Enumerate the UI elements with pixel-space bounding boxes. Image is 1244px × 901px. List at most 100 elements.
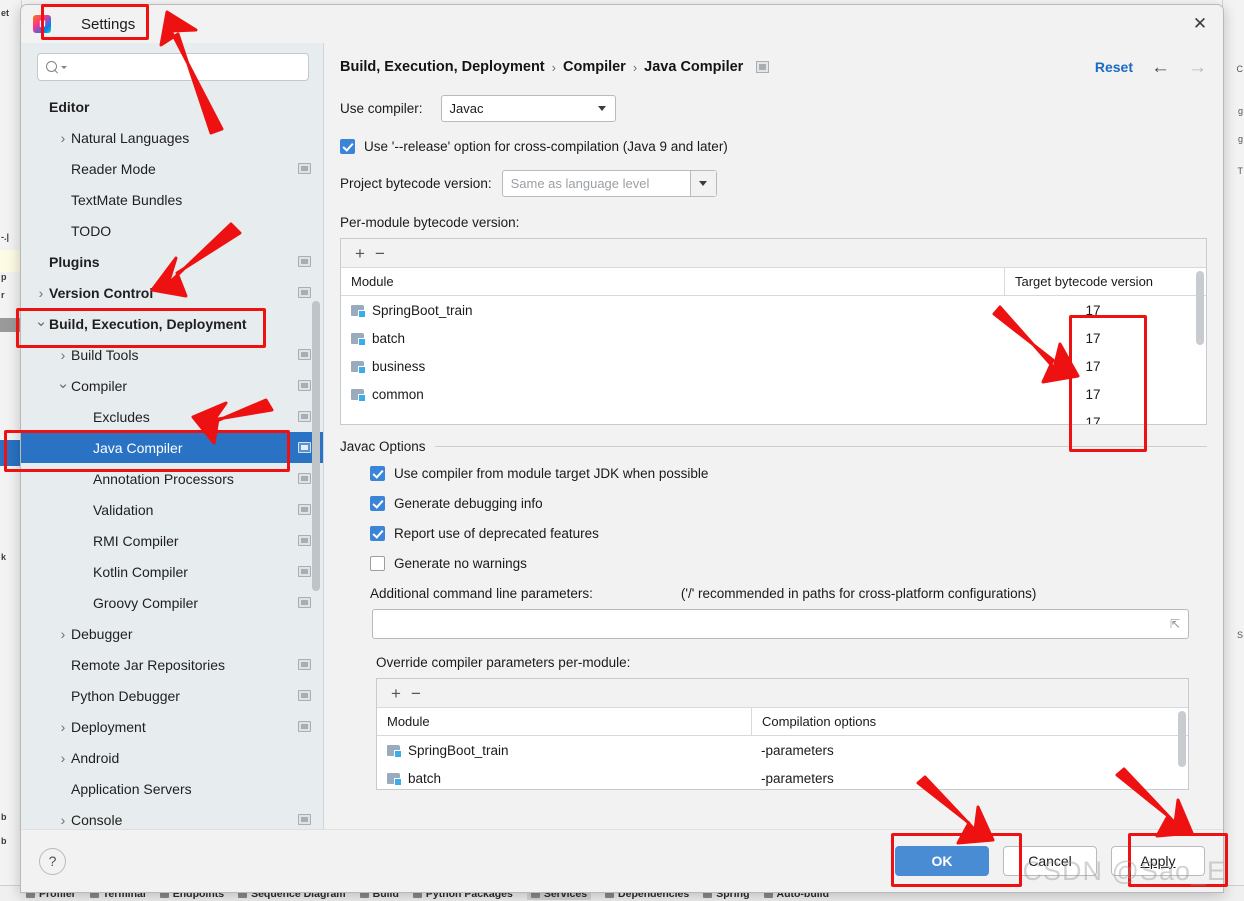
ide-right-fragment: S bbox=[1236, 630, 1243, 640]
close-icon[interactable]: ✕ bbox=[1177, 5, 1223, 43]
javac-option-report-use-of-deprecated-features[interactable]: Report use of deprecated features bbox=[370, 526, 1207, 541]
project-scope-badge-icon bbox=[298, 566, 311, 577]
cell-module: SpringBoot_train bbox=[341, 296, 1004, 324]
table-row[interactable]: common 17 bbox=[341, 380, 1206, 408]
chevron-down-icon[interactable]: ⌄ bbox=[33, 312, 49, 330]
module-name: batch bbox=[372, 330, 406, 346]
table-row[interactable]: SpringBoot_train 17 bbox=[341, 296, 1206, 324]
table-row[interactable]: batch 17 bbox=[341, 324, 1206, 352]
cell-compilation-options[interactable]: -parameters bbox=[751, 764, 1188, 789]
chevron-down-icon[interactable]: ⌄ bbox=[55, 374, 71, 392]
module-name: SpringBoot_train bbox=[408, 742, 509, 758]
breadcrumb-item-1[interactable]: Compiler bbox=[563, 59, 626, 75]
module-icon bbox=[351, 360, 366, 374]
sidebar-item-reader-mode[interactable]: ›Reader Mode bbox=[21, 153, 323, 184]
settings-main-panel: Build, Execution, Deployment › Compiler … bbox=[324, 43, 1223, 829]
sidebar-item-python-debugger[interactable]: ›Python Debugger bbox=[21, 680, 323, 711]
cell-target-bytecode-version[interactable]: 17 bbox=[1004, 324, 1206, 352]
chevron-right-icon[interactable]: › bbox=[55, 347, 71, 363]
sidebar-item-debugger[interactable]: › Debugger bbox=[21, 618, 323, 649]
dialog-body: ›Editor›Natural Languages›Reader Mode›Te… bbox=[21, 43, 1223, 829]
table-row[interactable]: batch -parameters bbox=[377, 764, 1188, 789]
sidebar-item-build-tools[interactable]: › Build Tools bbox=[21, 339, 323, 370]
sidebar-item-excludes[interactable]: ›Excludes bbox=[21, 401, 323, 432]
sidebar-item-natural-languages[interactable]: › Natural Languages bbox=[21, 122, 323, 153]
table-row[interactable]: SpringBoot_train -parameters bbox=[377, 736, 1188, 764]
table-row[interactable]: business 17 bbox=[341, 352, 1206, 380]
plus-icon[interactable]: + bbox=[355, 245, 365, 262]
chevron-right-icon[interactable]: › bbox=[33, 285, 49, 301]
sidebar-search-wrap bbox=[21, 43, 323, 89]
sidebar-item-kotlin-compiler[interactable]: ›Kotlin Compiler bbox=[21, 556, 323, 587]
chevron-right-icon[interactable]: › bbox=[55, 719, 71, 735]
project-bytecode-select[interactable]: Same as language level bbox=[501, 170, 717, 197]
help-button[interactable]: ? bbox=[39, 847, 66, 875]
chevron-down-icon bbox=[61, 65, 67, 69]
sidebar-item-build-execution-deployment[interactable]: ⌄ Build, Execution, Deployment bbox=[21, 308, 323, 339]
javac-option-checkbox[interactable] bbox=[370, 496, 385, 511]
arrow-right-icon[interactable]: → bbox=[1188, 58, 1207, 77]
ide-right-fragment: C bbox=[1236, 64, 1244, 74]
additional-params-input[interactable]: ⇱ bbox=[372, 609, 1189, 639]
sidebar-item-rmi-compiler[interactable]: ›RMI Compiler bbox=[21, 525, 323, 556]
sidebar-item-compiler[interactable]: ⌄ Compiler bbox=[21, 370, 323, 401]
search-box[interactable] bbox=[37, 53, 309, 81]
sidebar-item-remote-jar-repositories[interactable]: ›Remote Jar Repositories bbox=[21, 649, 323, 680]
table-row[interactable]: 17 bbox=[341, 408, 1206, 425]
column-header-module[interactable]: Module bbox=[377, 708, 751, 735]
cell-target-bytecode-version[interactable]: 17 bbox=[1004, 380, 1206, 408]
cell-target-bytecode-version[interactable]: 17 bbox=[1004, 296, 1206, 324]
per-module-toolbar: + − bbox=[341, 239, 1206, 268]
sidebar-item-label: Android bbox=[71, 749, 120, 766]
sidebar-item-version-control[interactable]: › Version Control bbox=[21, 277, 323, 308]
breadcrumb-item-2[interactable]: Java Compiler bbox=[644, 59, 743, 75]
sidebar-item-plugins[interactable]: ›Plugins bbox=[21, 246, 323, 277]
expand-icon[interactable]: ⇱ bbox=[1170, 617, 1180, 631]
breadcrumb-item-0[interactable]: Build, Execution, Deployment bbox=[340, 59, 545, 75]
sidebar-item-todo[interactable]: ›TODO bbox=[21, 215, 323, 246]
cancel-button[interactable]: Cancel bbox=[1003, 846, 1097, 876]
ok-button[interactable]: OK bbox=[895, 846, 989, 876]
use-compiler-select[interactable]: Javac bbox=[440, 95, 616, 122]
sidebar-item-annotation-processors[interactable]: ›Annotation Processors bbox=[21, 463, 323, 494]
chevron-right-icon[interactable]: › bbox=[55, 750, 71, 766]
javac-option-checkbox[interactable] bbox=[370, 526, 385, 541]
column-header-compilation-options[interactable]: Compilation options bbox=[751, 708, 1188, 735]
sidebar-item-application-servers[interactable]: ›Application Servers bbox=[21, 773, 323, 804]
cell-target-bytecode-version[interactable]: 17 bbox=[1004, 352, 1206, 380]
sidebar-item-validation[interactable]: ›Validation bbox=[21, 494, 323, 525]
javac-option-label: Generate no warnings bbox=[394, 556, 527, 571]
javac-option-generate-no-warnings[interactable]: Generate no warnings bbox=[370, 556, 1207, 571]
sidebar-item-groovy-compiler[interactable]: ›Groovy Compiler bbox=[21, 587, 323, 618]
override-table-scrollbar[interactable] bbox=[1178, 711, 1186, 767]
cell-compilation-options[interactable]: -parameters bbox=[751, 736, 1188, 764]
sidebar-item-android[interactable]: › Android bbox=[21, 742, 323, 773]
sidebar-item-textmate-bundles[interactable]: ›TextMate Bundles bbox=[21, 184, 323, 215]
javac-option-checkbox[interactable] bbox=[370, 556, 385, 571]
sidebar-item-java-compiler[interactable]: ›Java Compiler bbox=[21, 432, 323, 463]
release-option-checkbox[interactable] bbox=[340, 139, 355, 154]
apply-button[interactable]: Apply bbox=[1111, 846, 1205, 876]
javac-option-use-compiler-from-module-target-jdk-when-possible[interactable]: Use compiler from module target JDK when… bbox=[370, 466, 1207, 481]
minus-icon[interactable]: − bbox=[375, 245, 385, 262]
column-header-module[interactable]: Module bbox=[341, 268, 1004, 295]
chevron-right-icon[interactable]: › bbox=[55, 626, 71, 642]
sidebar-scrollbar[interactable] bbox=[312, 301, 320, 591]
arrow-left-icon[interactable]: ← bbox=[1151, 58, 1170, 77]
sidebar-item-label: Reader Mode bbox=[71, 160, 156, 177]
sidebar-item-deployment[interactable]: › Deployment bbox=[21, 711, 323, 742]
plus-icon[interactable]: + bbox=[391, 685, 401, 702]
release-option-row[interactable]: Use '--release' option for cross-compila… bbox=[340, 139, 1207, 154]
chevron-right-icon[interactable]: › bbox=[55, 812, 71, 828]
javac-option-checkbox[interactable] bbox=[370, 466, 385, 481]
javac-option-generate-debugging-info[interactable]: Generate debugging info bbox=[370, 496, 1207, 511]
per-module-table-scrollbar[interactable] bbox=[1196, 271, 1204, 345]
cell-target-bytecode-version[interactable]: 17 bbox=[1004, 408, 1206, 425]
search-input[interactable] bbox=[71, 58, 300, 76]
sidebar-item-editor[interactable]: ›Editor bbox=[21, 91, 323, 122]
sidebar-item-console[interactable]: › Console bbox=[21, 804, 323, 829]
reset-link[interactable]: Reset bbox=[1095, 59, 1133, 75]
minus-icon[interactable]: − bbox=[411, 685, 421, 702]
chevron-right-icon[interactable]: › bbox=[55, 130, 71, 146]
column-header-target-bytecode-version[interactable]: Target bytecode version bbox=[1004, 268, 1206, 295]
